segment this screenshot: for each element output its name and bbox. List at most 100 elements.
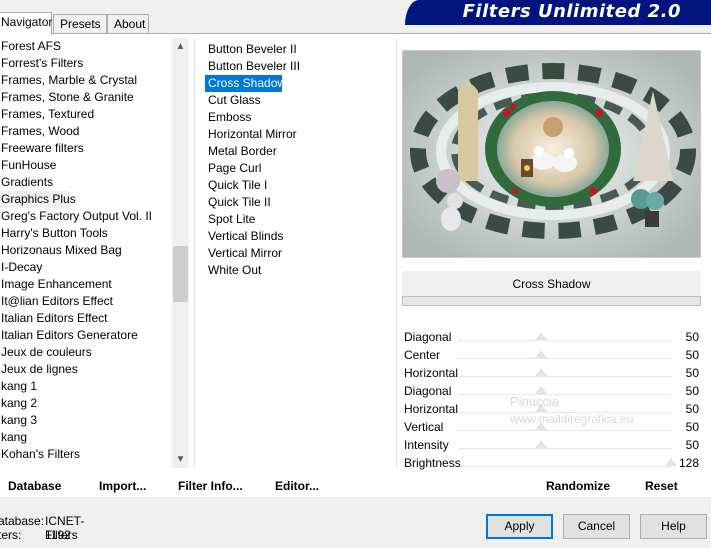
filter-item[interactable]: Cross Shadow: [205, 75, 286, 92]
slider-track[interactable]: [458, 466, 671, 467]
category-item[interactable]: Horizonaus Mixed Bag: [0, 242, 172, 259]
param-value: 50: [685, 420, 699, 434]
slider-track[interactable]: [458, 412, 671, 413]
param-slider-row[interactable]: Vertical 50: [402, 418, 701, 436]
filter-item[interactable]: Button Beveler III: [205, 58, 390, 75]
reset-button[interactable]: Reset: [645, 474, 678, 498]
param-value: 50: [685, 384, 699, 398]
filter-item[interactable]: Button Beveler II: [205, 41, 390, 58]
filter-list[interactable]: Button Beveler II Button Beveler III Cross…: [205, 41, 390, 279]
category-item[interactable]: kang 1: [0, 378, 172, 395]
category-item[interactable]: kang: [0, 429, 172, 446]
param-name: Brightness: [404, 456, 461, 470]
cancel-button[interactable]: Cancel: [563, 514, 630, 539]
filter-item[interactable]: Metal Border: [205, 143, 390, 160]
category-item[interactable]: Forrest's Filters: [0, 55, 172, 72]
category-item[interactable]: Frames, Wood: [0, 123, 172, 140]
param-name: Vertical: [404, 420, 444, 434]
filter-item[interactable]: Horizontal Mirror: [205, 126, 390, 143]
category-item[interactable]: Italian Editors Generatore: [0, 327, 172, 344]
category-item[interactable]: Freeware filters: [0, 140, 172, 157]
slider-track[interactable]: [458, 394, 671, 395]
category-item[interactable]: Harry's Button Tools: [0, 225, 172, 242]
database-button[interactable]: Database: [8, 474, 61, 498]
tab-bar: Navigator Presets About: [0, 12, 400, 35]
app-title-banner: Filters Unlimited 2.0: [405, 0, 711, 25]
filter-item[interactable]: Quick Tile I: [205, 177, 390, 194]
category-item[interactable]: kang 2: [0, 395, 172, 412]
category-scrollbar[interactable]: ▲ ▼: [172, 38, 189, 468]
param-slider-row[interactable]: Intensity 50: [402, 436, 701, 454]
category-item[interactable]: Frames, Marble & Crystal: [0, 72, 172, 89]
category-item[interactable]: I-Decay: [0, 259, 172, 276]
param-slider-row[interactable]: Diagonal 50: [402, 328, 701, 346]
category-list[interactable]: Forest AFS Forrest's Filters Frames, Marbl…: [0, 38, 172, 468]
category-item[interactable]: Frames, Textured: [0, 106, 172, 123]
category-item[interactable]: Kohan's Filters: [0, 446, 172, 463]
slider-knob-icon[interactable]: [535, 368, 548, 376]
filter-item[interactable]: Vertical Blinds: [205, 228, 390, 245]
filter-item[interactable]: Quick Tile II: [205, 194, 390, 211]
filter-item[interactable]: Cut Glass: [205, 92, 390, 109]
param-slider-row[interactable]: Diagonal 50: [402, 382, 701, 400]
slider-knob-icon[interactable]: [535, 422, 548, 430]
divider: [396, 38, 397, 468]
editor-button[interactable]: Editor...: [275, 474, 319, 498]
filter-item[interactable]: Emboss: [205, 109, 390, 126]
category-item[interactable]: Frames, Stone & Granite: [0, 89, 172, 106]
scroll-up-arrow-icon[interactable]: ▲: [172, 38, 189, 55]
filter-item[interactable]: Vertical Mirror: [205, 245, 390, 262]
slider-track[interactable]: [458, 340, 671, 341]
help-button[interactable]: Help: [640, 514, 707, 539]
navigator-panel: Forest AFS Forrest's Filters Frames, Marbl…: [0, 34, 711, 497]
category-item[interactable]: Graphics Plus: [0, 191, 76, 208]
category-item[interactable]: It@lian Editors Effect: [0, 293, 172, 310]
divider: [194, 38, 195, 468]
param-name: Horizontal: [404, 402, 459, 416]
slider-knob-icon[interactable]: [535, 440, 548, 448]
category-item[interactable]: Jeux de couleurs: [0, 344, 172, 361]
slider-track[interactable]: [458, 358, 671, 359]
param-name: Center: [404, 348, 441, 362]
param-value: 128: [678, 456, 699, 470]
param-slider-row[interactable]: Horizontal 50: [402, 400, 701, 418]
status-database-label: atabase:: [0, 514, 45, 528]
tab-about[interactable]: About: [107, 14, 149, 34]
tab-presets[interactable]: Presets: [53, 14, 107, 34]
import-button[interactable]: Import...: [99, 474, 146, 498]
apply-button[interactable]: Apply: [486, 514, 553, 539]
slider-knob-icon[interactable]: [665, 458, 677, 466]
param-value: 50: [685, 348, 699, 362]
category-item[interactable]: Gradients: [0, 174, 172, 191]
status-filters-label: ters:: [0, 528, 22, 542]
slider-track[interactable]: [458, 376, 671, 377]
category-item[interactable]: Forest AFS: [0, 38, 172, 55]
tab-navigator[interactable]: Navigator: [0, 12, 52, 35]
filter-item[interactable]: Page Curl: [205, 160, 390, 177]
filter-info-button[interactable]: Filter Info...: [178, 474, 243, 498]
param-name: Horizontal: [404, 366, 459, 380]
filter-item[interactable]: Spot Lite: [205, 211, 390, 228]
slider-track[interactable]: [458, 430, 671, 431]
slider-knob-icon[interactable]: [535, 404, 548, 412]
slider-knob-icon[interactable]: [535, 350, 548, 358]
category-item[interactable]: Image Enhancement: [0, 276, 172, 293]
app-title: Filters Unlimited 2.0: [462, 1, 681, 22]
filter-item[interactable]: White Out: [205, 262, 390, 279]
param-slider-row[interactable]: Center 50: [402, 346, 701, 364]
category-item[interactable]: kang 3: [0, 412, 172, 429]
category-item[interactable]: Greg's Factory Output Vol. II: [0, 208, 172, 225]
category-item[interactable]: FunHouse: [0, 157, 172, 174]
scroll-thumb[interactable]: [173, 246, 188, 302]
category-item[interactable]: Jeux de lignes: [0, 361, 172, 378]
scroll-down-arrow-icon[interactable]: ▼: [172, 451, 189, 468]
randomize-button[interactable]: Randomize: [546, 474, 610, 498]
slider-knob-icon[interactable]: [535, 332, 548, 340]
slider-track[interactable]: [458, 448, 671, 449]
param-slider-row[interactable]: Brightness 128: [402, 454, 701, 472]
category-item[interactable]: Italian Editors Effect: [0, 310, 172, 327]
param-slider-row[interactable]: Horizontal 50: [402, 364, 701, 382]
slider-knob-icon[interactable]: [535, 386, 548, 394]
param-name: Intensity: [404, 438, 449, 452]
param-name: Diagonal: [404, 384, 452, 398]
